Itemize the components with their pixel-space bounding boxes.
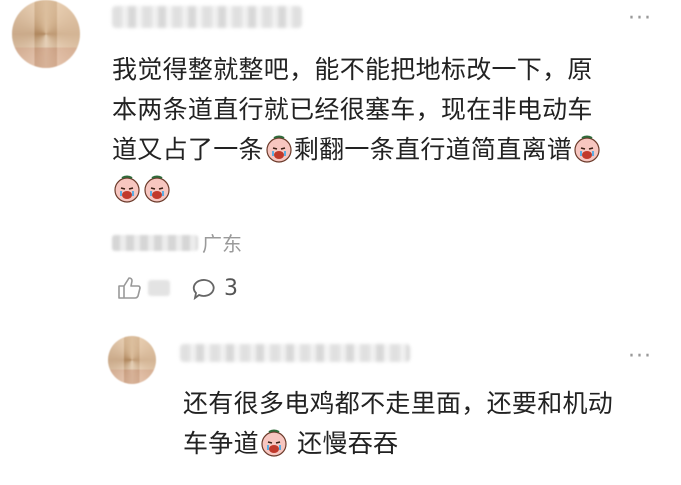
reply-body: 还有很多电鸡都不走里面，还要和机动 车争道 还慢吞吞	[183, 384, 673, 464]
username-blurred[interactable]	[112, 6, 302, 28]
more-options-icon[interactable]: ···	[628, 8, 652, 30]
location-label: 广东	[202, 232, 242, 256]
comment-line: 我觉得整就整吧，能不能把地标改一下，原	[112, 55, 593, 84]
crying-face-emoji	[573, 134, 601, 164]
comment-body: 我觉得整就整吧，能不能把地标改一下，原 本两条道直行就已经很塞车，现在非电动车 …	[112, 50, 672, 210]
like-thumb-icon	[118, 277, 141, 299]
crying-face-emoji	[265, 134, 293, 164]
crying-face-emoji	[113, 174, 141, 204]
comment-line: 道又占了一条 剩翻一条直行道简直离谱	[112, 130, 672, 170]
avatar[interactable]	[108, 336, 156, 384]
comment-line: 本两条道直行就已经很塞车，现在非电动车	[112, 95, 593, 124]
comment-line: 还有很多电鸡都不走里面，还要和机动	[183, 389, 614, 418]
like-button[interactable]	[116, 276, 170, 300]
comment-meta: 广东	[112, 228, 242, 257]
username-blurred[interactable]	[180, 344, 410, 362]
comment-text-segment: 车争道	[183, 429, 259, 458]
avatar[interactable]	[12, 0, 80, 68]
comment-bubble-icon	[192, 278, 215, 300]
reply-count: 3	[224, 276, 238, 301]
timestamp-blurred	[112, 234, 198, 251]
comment-line: 车争道 还慢吞吞	[183, 424, 673, 464]
comment-text-segment: 还慢吞吞	[288, 429, 399, 458]
more-options-icon[interactable]: ···	[628, 346, 652, 368]
crying-face-emoji	[143, 174, 171, 204]
crying-face-emoji	[260, 428, 288, 458]
comment-text-segment: 道又占了一条	[112, 135, 264, 164]
comment-text-segment: 剩翻一条直行道简直离谱	[293, 135, 573, 164]
comment-line	[112, 170, 672, 210]
reply-button[interactable]: 3	[192, 276, 238, 301]
like-count-blurred	[148, 280, 170, 296]
